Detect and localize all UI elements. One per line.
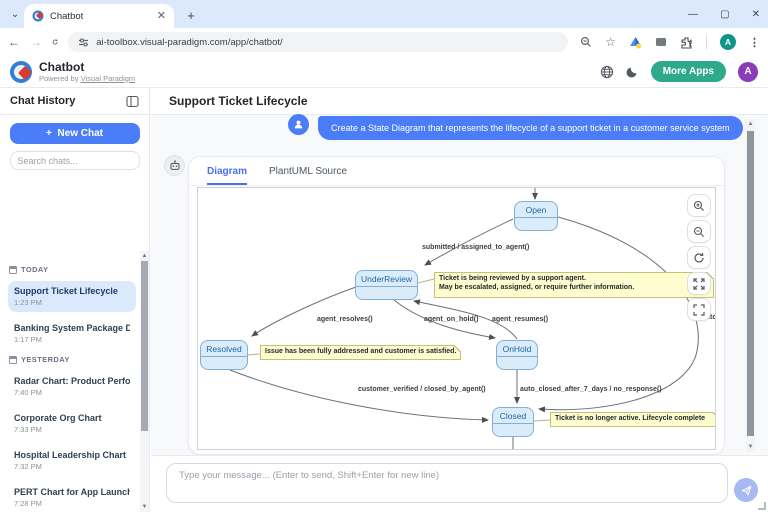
message-footer <box>151 455 768 512</box>
scrollbar-thumb[interactable] <box>141 261 148 431</box>
scroll-down-icon[interactable]: ▼ <box>140 504 149 510</box>
window-maximize-icon[interactable]: ▢ <box>720 9 729 20</box>
browser-toolbar: ← → ai-toolbox.visual-paradigm.com/app/c… <box>0 28 768 56</box>
page-title: Support Ticket Lifecycle <box>169 94 308 108</box>
sidebar: Chat History + New Chat TODAY Support Ti… <box>0 88 150 512</box>
browser-menu-icon[interactable]: ⋮ <box>749 36 760 49</box>
chat-area: Create a State Diagram that represents t… <box>151 116 768 455</box>
state-onhold: OnHold <box>496 340 538 370</box>
browser-tab[interactable]: Chatbot ✕ <box>24 4 174 28</box>
visual-paradigm-logo <box>10 61 32 83</box>
state-underreview: UnderReview <box>355 270 418 300</box>
tab-search-icon[interactable]: ⌄ <box>6 6 24 24</box>
browser-titlebar: ⌄ Chatbot ✕ + — ▢ ✕ <box>0 0 768 28</box>
state-diagram-canvas[interactable]: Open UnderReview Resolved OnHold Closed … <box>197 187 716 450</box>
scrollbar-thumb[interactable] <box>747 131 754 436</box>
zoom-page-icon[interactable] <box>580 36 592 48</box>
transition-label-agent-resumes: agent_resumes() <box>492 316 548 323</box>
reset-view-button[interactable] <box>687 246 711 269</box>
calendar-icon <box>9 266 17 274</box>
transition-label-customer-verified: customer_verified / closed_by_agent() <box>358 386 486 393</box>
new-tab-icon[interactable]: + <box>182 7 200 25</box>
favicon <box>32 10 44 22</box>
transition-label-agent-resolves: agent_resolves() <box>317 316 373 323</box>
user-message-bubble: Create a State Diagram that represents t… <box>318 116 743 140</box>
response-card: Diagram PlantUML Source <box>188 156 725 455</box>
state-resolved: Resolved <box>200 340 248 370</box>
robot-icon <box>169 160 181 172</box>
section-today: TODAY <box>9 265 136 274</box>
new-chat-button[interactable]: + New Chat <box>10 123 140 144</box>
window-minimize-icon[interactable]: — <box>688 9 698 20</box>
drive-extension-icon[interactable] <box>629 36 642 49</box>
transition-label-submitted: submitted / assigned_to_agent() <box>422 244 529 251</box>
transition-label-agent-on-hold: agent_on_hold() <box>424 316 478 323</box>
chat-item[interactable]: Hospital Leadership Chart 7:32 PM <box>8 445 136 476</box>
state-open: Open <box>514 201 558 231</box>
note-closed: Ticket is no longer active. Lifecycle co… <box>550 412 716 427</box>
user-avatar[interactable]: A <box>738 62 758 82</box>
dark-mode-moon-icon[interactable] <box>626 65 639 78</box>
bookmark-star-icon[interactable]: ☆ <box>605 35 616 49</box>
tab-diagram[interactable]: Diagram <box>207 166 247 185</box>
chat-item[interactable]: Radar Chart: Product Perfor... 7:40 PM <box>8 371 136 402</box>
chat-history-list: TODAY Support Ticket Lifecycle 1:23 PM B… <box>0 251 140 512</box>
scroll-down-icon[interactable]: ▼ <box>746 444 755 450</box>
visual-paradigm-link[interactable]: Visual Paradigm <box>81 74 135 83</box>
language-globe-icon[interactable] <box>600 65 614 79</box>
main-area: Support Ticket Lifecycle Create a State … <box>151 88 768 512</box>
url-text: ai-toolbox.visual-paradigm.com/app/chatb… <box>96 37 282 48</box>
tab-title: Chatbot <box>50 11 151 22</box>
app-header: Chatbot Powered by Visual Paradigm More … <box>0 56 768 88</box>
chat-item[interactable]: Banking System Package Dia... 1:17 PM <box>8 318 136 349</box>
zoom-in-button[interactable] <box>687 194 711 217</box>
user-message-avatar <box>288 114 309 135</box>
scroll-up-icon[interactable]: ▲ <box>140 253 149 259</box>
extensions-puzzle-icon[interactable] <box>680 36 693 49</box>
resize-handle-icon[interactable] <box>758 502 766 510</box>
app-title: Chatbot <box>39 61 600 74</box>
note-resolved: Issue has been fully addressed and custo… <box>260 345 461 360</box>
tab-bar: Diagram PlantUML Source <box>189 157 724 186</box>
send-button[interactable] <box>734 478 758 502</box>
gray-extension-icon[interactable] <box>655 36 667 48</box>
transition-label-auto-closed: auto_closed_after_7_days / no_response() <box>520 386 662 393</box>
person-icon <box>293 119 304 130</box>
state-closed: Closed <box>492 407 534 437</box>
browser-window: ⌄ Chatbot ✕ + — ▢ ✕ ← → ai-toolbox.visua… <box>0 0 768 512</box>
sidebar-scrollbar[interactable]: ▲ ▼ <box>140 251 149 512</box>
search-input[interactable] <box>10 151 140 170</box>
more-apps-button[interactable]: More Apps <box>651 61 726 82</box>
scroll-up-icon[interactable]: ▲ <box>746 121 755 127</box>
zoom-out-button[interactable] <box>687 220 711 243</box>
back-icon[interactable]: ← <box>8 35 20 49</box>
plus-icon: + <box>46 128 52 139</box>
reload-icon[interactable] <box>52 36 58 48</box>
tab-close-icon[interactable]: ✕ <box>157 11 166 22</box>
chat-item[interactable]: PERT Chart for App Launch 7:28 PM <box>8 482 136 512</box>
note-underreview: Ticket is being reviewed by a support ag… <box>434 272 714 298</box>
send-icon <box>741 485 752 496</box>
browser-profile-avatar[interactable]: A <box>720 34 736 50</box>
window-close-icon[interactable]: ✕ <box>752 9 760 20</box>
section-yesterday: YESTERDAY <box>9 355 136 364</box>
fit-view-button[interactable] <box>687 298 711 321</box>
chat-item[interactable]: Support Ticket Lifecycle 1:23 PM <box>8 281 136 312</box>
collapse-panel-icon[interactable] <box>126 95 139 108</box>
tab-plantuml-source[interactable]: PlantUML Source <box>269 166 347 185</box>
bot-avatar <box>164 155 185 176</box>
divider <box>706 35 707 49</box>
message-input[interactable] <box>166 463 728 503</box>
sidebar-title: Chat History <box>10 95 75 107</box>
calendar-icon <box>9 356 17 364</box>
fullscreen-button[interactable] <box>687 272 711 295</box>
powered-by: Powered by Visual Paradigm <box>39 74 600 83</box>
chat-item[interactable]: Corporate Org Chart 7:33 PM <box>8 408 136 439</box>
address-bar[interactable]: ai-toolbox.visual-paradigm.com/app/chatb… <box>68 32 568 52</box>
chat-scrollbar[interactable]: ▲ ▼ <box>746 119 755 452</box>
site-settings-icon[interactable] <box>78 37 89 48</box>
diagram-toolbar <box>687 194 711 321</box>
forward-icon[interactable]: → <box>30 35 42 49</box>
